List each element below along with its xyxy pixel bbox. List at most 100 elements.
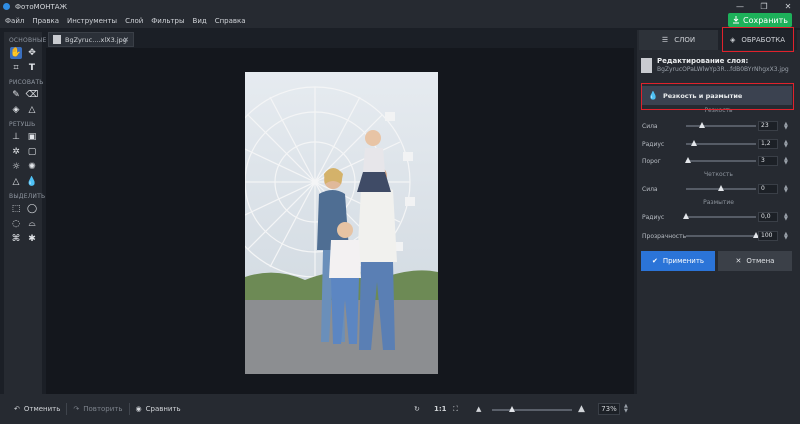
zoom-spinner[interactable]: ▲ ▼ <box>624 404 628 414</box>
zoom-slider-handle[interactable] <box>509 406 515 412</box>
sharpness-radius-slider[interactable] <box>686 140 756 146</box>
dodge-icon[interactable]: ☼ <box>10 161 22 173</box>
patch-icon[interactable]: ▣ <box>26 131 38 143</box>
minimize-icon[interactable]: — <box>728 0 752 13</box>
redo-button[interactable]: ↷ Повторить <box>73 405 122 413</box>
blur-radius: Радиус 0,0 ▲ ▼ <box>642 212 792 222</box>
hand-icon[interactable]: ✋ <box>10 47 22 59</box>
undo-label: Отменить <box>23 405 61 413</box>
lasso-icon[interactable]: ◌ <box>10 218 22 230</box>
apply-label: Применить <box>662 257 705 265</box>
fit-tool[interactable]: ↻ <box>414 405 420 413</box>
param-label: Сила <box>642 122 658 130</box>
undo-icon: ↶ <box>14 405 20 413</box>
sharpness-strength-slider[interactable] <box>686 122 756 128</box>
canvas-area[interactable] <box>46 48 634 394</box>
slider-handle[interactable] <box>685 157 692 163</box>
document-name: BgZyruc....xlX3.jpg <box>65 35 127 44</box>
crop-icon[interactable]: ⌗ <box>10 62 22 74</box>
brush-icon[interactable]: ✎ <box>10 89 22 101</box>
spinner-icon[interactable]: ▲ ▼ <box>784 140 788 149</box>
blur-radius-slider[interactable] <box>683 213 756 219</box>
tab-layers[interactable]: ☰ СЛОИ <box>639 30 718 50</box>
layer-thumbnail <box>641 57 652 73</box>
cancel-label: Отмена <box>746 257 775 265</box>
ellipse-select-icon[interactable]: ◯ <box>26 203 38 215</box>
zoom-value[interactable]: 73% <box>598 403 620 415</box>
magic-select-icon[interactable]: ⌘ <box>10 233 22 245</box>
param-label: Порог <box>642 157 661 165</box>
menu-edit[interactable]: Правка <box>32 17 59 25</box>
tools-panel: ОСНОВНЫЕ ✋ ✥ ⌗ T РИСОВАТЬ ✎ ⌫ ◈ △ РЕТУШЬ… <box>4 32 47 394</box>
sharpness-threshold-slider[interactable] <box>685 157 756 163</box>
menu-filters[interactable]: Фильтры <box>151 17 184 25</box>
fit-screen-icon: ⛶ <box>453 404 458 413</box>
menu-view[interactable]: Вид <box>193 17 207 25</box>
cancel-button[interactable]: ✕ Отмена <box>718 251 792 271</box>
photo-preview[interactable] <box>245 72 438 374</box>
close-tab-icon[interactable]: ✕ <box>123 36 129 44</box>
eraser-icon[interactable]: ⌫ <box>26 89 39 101</box>
zoom-in-icon[interactable]: ▲ <box>578 404 585 414</box>
text-icon[interactable]: T <box>26 62 38 74</box>
close-window-icon[interactable]: ✕ <box>776 0 800 13</box>
spinner-icon[interactable]: ▲ ▼ <box>784 185 788 194</box>
menu-tools[interactable]: Инструменты <box>67 17 117 25</box>
slider-handle[interactable] <box>699 122 706 128</box>
spinner-icon[interactable]: ▲ ▼ <box>784 232 788 241</box>
clarity-strength: Сила 0 ▲ ▼ <box>642 184 792 194</box>
param-label: Сила <box>642 185 658 193</box>
blur-opacity-value[interactable]: 100 <box>758 231 778 241</box>
blur-radius-value[interactable]: 0,0 <box>758 212 778 222</box>
apply-button[interactable]: ✔ Применить <box>641 251 715 271</box>
burn-icon[interactable]: ✺ <box>26 161 38 173</box>
undo-button[interactable]: ↶ Отменить <box>14 405 60 413</box>
shapes-icon[interactable]: △ <box>26 104 38 116</box>
heal-icon[interactable]: ✲ <box>10 146 22 158</box>
sharpen-icon[interactable]: △ <box>10 176 22 188</box>
window-title: ФотоМОНТАЖ <box>15 2 68 11</box>
tool-group-basic: ОСНОВНЫЕ <box>9 37 47 44</box>
spinner-icon[interactable]: ▲ ▼ <box>784 213 788 222</box>
fit-screen-button[interactable]: ⛶ <box>453 405 458 414</box>
hand-rotate-icon: ↻ <box>414 405 420 413</box>
divider <box>128 403 130 415</box>
compare-button[interactable]: ◉ Сравнить <box>136 405 181 413</box>
spinner-icon[interactable]: ▲ ▼ <box>784 122 788 131</box>
clarity-strength-value[interactable]: 0 <box>758 184 778 194</box>
save-button[interactable]: Сохранить <box>728 13 792 27</box>
blur-opacity-slider[interactable] <box>686 232 759 238</box>
param-label: Прозрачность <box>642 232 687 240</box>
clarity-strength-slider[interactable] <box>686 185 756 191</box>
sharpness-radius-value[interactable]: 1,2 <box>758 139 778 149</box>
slider-handle[interactable] <box>691 140 698 146</box>
tool-group-draw: РИСОВАТЬ <box>9 79 44 86</box>
poly-lasso-icon[interactable]: ⌓ <box>26 218 38 230</box>
ratio-button[interactable]: 1:1 <box>434 405 447 413</box>
fill-icon[interactable]: ◈ <box>10 104 22 116</box>
document-tab[interactable]: BgZyruc....xlX3.jpg ✕ <box>48 32 134 47</box>
blur-opacity: Прозрачность 100 ▲ ▼ <box>642 231 792 241</box>
layer-file-name: BgZyrucOPaLWlwYp3R...fdB0BYrNhgxX3.jpg <box>657 66 789 73</box>
bottom-toolbar: ↶ Отменить ↷ Повторить ◉ Сравнить ↻ 1:1 … <box>0 394 640 424</box>
sharpness-strength-value[interactable]: 23 <box>758 121 778 131</box>
frame-icon[interactable]: ▢ <box>26 146 38 158</box>
move-icon[interactable]: ✥ <box>26 47 38 59</box>
menu-layer[interactable]: Слой <box>125 17 143 25</box>
sharpness-threshold-value[interactable]: 3 <box>758 156 778 166</box>
download-icon <box>733 16 739 24</box>
zoom-out-icon[interactable]: ▲ <box>476 405 481 413</box>
spinner-icon[interactable]: ▲ ▼ <box>784 157 788 166</box>
slider-handle[interactable] <box>683 213 689 219</box>
slider-handle[interactable] <box>718 185 724 191</box>
menu-help[interactable]: Справка <box>215 17 246 25</box>
menu-file[interactable]: Файл <box>5 17 24 25</box>
rect-select-icon[interactable]: ⬚ <box>10 203 22 215</box>
maximize-icon[interactable]: ❐ <box>752 0 776 13</box>
layer-title: Редактирование слоя: <box>657 57 749 65</box>
stamp-icon[interactable]: ⊥ <box>10 131 22 143</box>
zoom-slider[interactable] <box>492 406 572 412</box>
wand-icon[interactable]: ✱ <box>26 233 38 245</box>
blur-drop-icon[interactable]: 💧 <box>26 176 38 188</box>
layer-header: Редактирование слоя: BgZyrucOPaLWlwYp3R.… <box>641 54 797 76</box>
